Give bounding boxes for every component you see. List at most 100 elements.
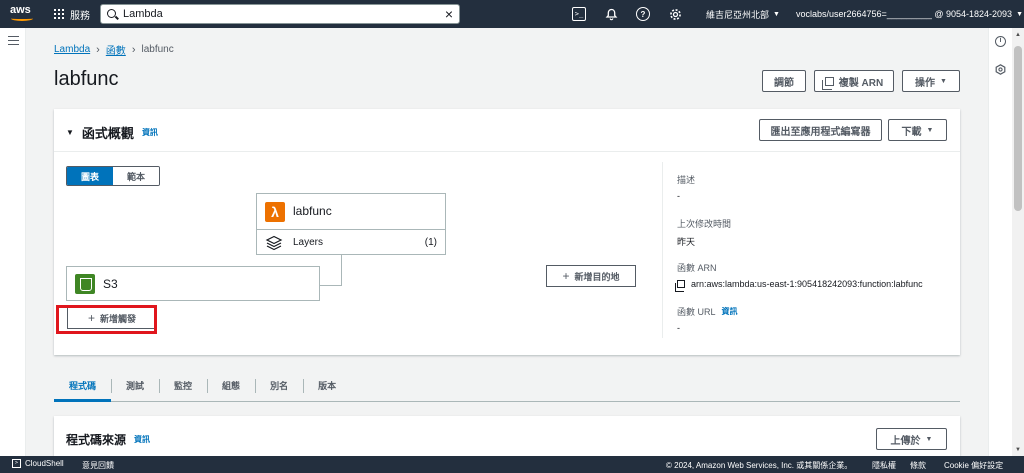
connector-line (320, 285, 342, 286)
url-value: - (677, 323, 680, 333)
breadcrumb-lambda[interactable]: Lambda (54, 44, 90, 55)
upload-from-label: 上傳於 (890, 435, 921, 447)
caret-down-icon: ▼ (940, 77, 947, 85)
hexagon-icon[interactable] (995, 64, 1006, 75)
top-navigation: aws 服務 Lambda × >_ ? 維吉尼亞州北部 ▼ voclabs/us… (0, 0, 1024, 28)
download-button[interactable]: 下載 ▼ (888, 119, 947, 141)
code-source-title: 程式碼來源 (66, 433, 127, 447)
breadcrumb-functions[interactable]: 函數 (106, 42, 126, 57)
layers-label[interactable]: Layers (293, 237, 323, 248)
tab-test[interactable]: 測試 (111, 370, 159, 402)
info-link[interactable]: 資訊 (142, 127, 158, 138)
last-modified-value: 昨天 (677, 237, 696, 247)
services-menu[interactable]: 服務 (54, 0, 90, 28)
grid-icon (54, 9, 64, 19)
footer-privacy-link[interactable]: 隱私權 (872, 460, 896, 471)
clear-search-icon[interactable]: × (445, 6, 453, 22)
tab-code[interactable]: 程式碼 (54, 370, 112, 402)
copy-icon[interactable] (675, 280, 685, 292)
settings-gear-icon[interactable] (668, 7, 682, 21)
actions-button[interactable]: 操作 ▼ (902, 70, 960, 92)
last-modified-field: 上次修改時間 昨天 (677, 217, 731, 248)
info-panel-icon[interactable]: i (995, 36, 1006, 47)
connector-line (341, 255, 342, 285)
tab-aliases[interactable]: 別名 (255, 370, 303, 402)
code-source-header: 程式碼來源 資訊 (66, 431, 150, 448)
notifications-bell-icon[interactable] (604, 7, 618, 21)
right-rail: i (988, 28, 1012, 456)
aws-smile-icon (11, 16, 33, 21)
function-arn-field: 函數 ARN arn:aws:lambda:us-east-1:90541824… (675, 261, 923, 292)
caret-down-icon: ▼ (1016, 10, 1023, 18)
footer: > CloudShell 意見回饋 © 2024, Amazon Web Ser… (0, 456, 1024, 473)
search-icon (107, 9, 116, 18)
throttle-button-label: 調節 (774, 77, 794, 89)
export-button[interactable]: 匯出至應用程式編寫器 (759, 119, 882, 141)
breadcrumb: Lambda › 函數 › labfunc (54, 42, 174, 58)
tab-configuration[interactable]: 組態 (207, 370, 255, 402)
footer-copyright: © 2024, Amazon Web Services, Inc. 或其關係企業… (666, 461, 853, 470)
scroll-down-icon[interactable]: ▼ (1015, 447, 1021, 453)
cloudshell-icon[interactable]: >_ (572, 7, 586, 21)
aws-logo-text: aws (10, 4, 31, 16)
throttle-button[interactable]: 調節 (762, 70, 806, 92)
footer-cloudshell-label: CloudShell (25, 459, 64, 468)
last-modified-label: 上次修改時間 (677, 219, 732, 229)
url-label-row: 函數 URL 資訊 (677, 305, 738, 318)
footer-terms-link[interactable]: 條款 (910, 460, 926, 471)
add-destination-button[interactable]: + 新增目的地 (546, 265, 636, 287)
function-overview-toggle[interactable]: ▼ 函式概觀 資訊 (66, 123, 158, 142)
s3-trigger-name: S3 (103, 277, 118, 291)
aws-logo[interactable]: aws (10, 4, 40, 24)
search-value: Lambda (123, 8, 163, 20)
s3-trigger-node[interactable]: S3 (66, 266, 320, 301)
hamburger-menu-icon[interactable] (8, 36, 19, 45)
function-overview-panel: ▼ 函式概觀 資訊 匯出至應用程式編寫器 下載 ▼ 圖表 範本 λ labfun… (54, 109, 960, 355)
region-selector[interactable]: 維吉尼亞州北部 ▼ (706, 0, 780, 28)
code-source-panel: 程式碼來源 資訊 上傳於 ▼ (54, 416, 960, 456)
divider (662, 162, 663, 338)
tab-diagram[interactable]: 圖表 (67, 167, 113, 185)
chevron-right-icon: › (96, 43, 100, 56)
description-label: 描述 (677, 175, 696, 185)
function-url-field: 函數 URL 資訊 - (677, 305, 738, 333)
scrollbar-thumb[interactable] (1014, 46, 1022, 211)
lambda-icon: λ (265, 202, 285, 222)
breadcrumb-current: labfunc (141, 44, 174, 55)
tab-versions[interactable]: 版本 (303, 370, 351, 402)
download-label: 下載 (901, 126, 922, 138)
layers-count: (1) (424, 237, 437, 248)
function-overview-title: 函式概觀 (81, 126, 134, 141)
info-link[interactable]: 資訊 (722, 306, 738, 317)
info-link[interactable]: 資訊 (134, 434, 150, 445)
caret-down-icon: ▼ (773, 10, 780, 18)
footer-cookie-link[interactable]: Cookie 偏好設定 (944, 460, 1003, 471)
account-menu[interactable]: voclabs/user2664756=_________ @ 9054-182… (796, 0, 1023, 28)
search-input[interactable]: Lambda × (100, 4, 460, 24)
page-scrollbar[interactable]: ▲ ▼ (1012, 28, 1024, 456)
caret-down-icon: ▼ (925, 435, 933, 443)
description-field: 描述 - (677, 173, 695, 201)
copy-arn-button[interactable]: 複製 ARN (814, 70, 894, 92)
export-label: 匯出至應用程式編寫器 (770, 126, 871, 138)
chevron-right-icon: › (131, 43, 136, 56)
help-icon[interactable]: ? (636, 7, 650, 21)
function-node[interactable]: λ labfunc Layers (1) (256, 193, 446, 255)
arn-row: arn:aws:lambda:us-east-1:905418242093:fu… (675, 279, 923, 292)
scroll-up-icon[interactable]: ▲ (1015, 32, 1021, 38)
highlight-box (56, 305, 157, 334)
upload-from-button[interactable]: 上傳於 ▼ (876, 428, 947, 450)
layers-icon (265, 235, 283, 251)
copy-arn-label: 複製 ARN (838, 77, 884, 89)
function-overview-header: ▼ 函式概觀 資訊 匯出至應用程式編寫器 下載 ▼ (54, 109, 960, 152)
footer-cloudshell[interactable]: > CloudShell (12, 459, 64, 468)
function-tabs: 程式碼 測試 監控 組態 別名 版本 (54, 370, 960, 402)
description-value: - (677, 191, 680, 201)
tab-template[interactable]: 範本 (113, 167, 159, 185)
caret-down-icon: ▼ (926, 126, 934, 134)
region-label: 維吉尼亞州北部 (706, 9, 770, 20)
add-destination-label: 新增目的地 (574, 271, 620, 282)
footer-feedback-link[interactable]: 意見回饋 (82, 460, 114, 471)
arn-label: 函數 ARN (677, 263, 717, 273)
tab-monitor[interactable]: 監控 (159, 370, 207, 402)
